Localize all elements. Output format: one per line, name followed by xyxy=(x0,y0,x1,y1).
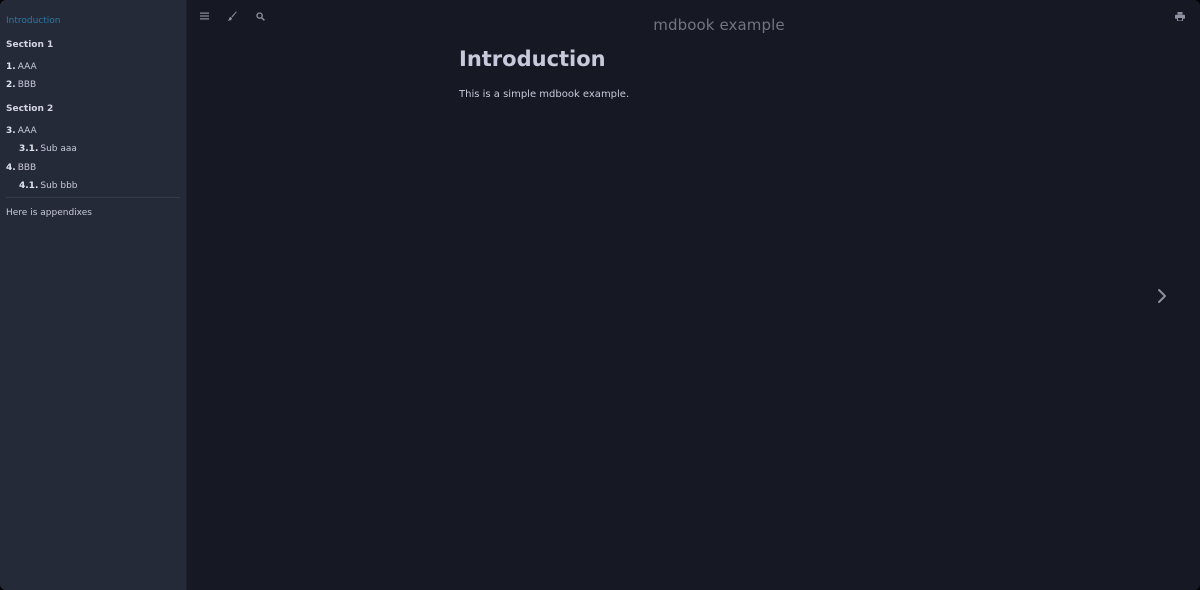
sidebar-item-3-aaa[interactable]: 3. AAA xyxy=(6,126,37,137)
sidebar-divider xyxy=(6,197,180,198)
chapter-number: 2. xyxy=(6,80,16,90)
chapter-number: 1. xyxy=(6,62,16,72)
sidebar-item-label: Introduction xyxy=(6,16,61,26)
print-icon xyxy=(1175,11,1185,21)
sidebar-item-4-bbb[interactable]: 4. BBB xyxy=(6,163,36,174)
book-title: mdbook example xyxy=(653,16,785,35)
chevron-right-icon xyxy=(1158,289,1166,303)
section-label: Section 1 xyxy=(6,40,54,50)
chapter-number: 3. xyxy=(6,126,16,136)
sidebar-item-label: Sub bbb xyxy=(40,181,78,191)
page-paragraph: This is a simple mdbook example. xyxy=(459,89,630,100)
chapter-number: 3.1. xyxy=(19,144,39,154)
sidebar-item-3-1-sub-aaa[interactable]: 3.1. Sub aaa xyxy=(19,144,77,155)
sidebar-item-label: Sub aaa xyxy=(40,144,77,154)
sidebar: Introduction Section 1 1. AAA 2. BBB Secti… xyxy=(0,0,187,590)
chapter-number: 4. xyxy=(6,163,16,173)
sidebar-item-label: Here is appendixes xyxy=(6,208,92,218)
sidebar-section-1: Section 1 xyxy=(6,40,53,51)
sidebar-item-1-aaa[interactable]: 1. AAA xyxy=(6,62,37,73)
chapter-content: Introduction This is a simple mdbook exa… xyxy=(459,44,1059,102)
section-label: Section 2 xyxy=(6,104,54,114)
sidebar-item-4-1-sub-bbb[interactable]: 4.1. Sub bbb xyxy=(19,181,78,192)
main-content-area: mdbook example Introduction This is a si… xyxy=(188,0,1200,590)
sidebar-item-label: BBB xyxy=(17,80,37,90)
sidebar-item-label: AAA xyxy=(17,126,37,136)
next-chapter-button[interactable] xyxy=(1151,285,1173,307)
app-window: Introduction Section 1 1. AAA 2. BBB Secti… xyxy=(0,0,1200,590)
sidebar-item-label: BBB xyxy=(17,163,37,173)
sidebar-section-2: Section 2 xyxy=(6,104,53,115)
page-heading: Introduction xyxy=(459,47,606,71)
sidebar-item-2-bbb[interactable]: 2. BBB xyxy=(6,80,36,91)
menu-bar: mdbook example xyxy=(188,0,1200,35)
sidebar-item-label: AAA xyxy=(17,62,37,72)
sidebar-item-introduction[interactable]: Introduction xyxy=(6,16,61,27)
sidebar-item-appendixes[interactable]: Here is appendixes xyxy=(6,208,92,219)
print-button[interactable] xyxy=(1173,9,1187,23)
chapter-number: 4.1. xyxy=(19,181,39,191)
